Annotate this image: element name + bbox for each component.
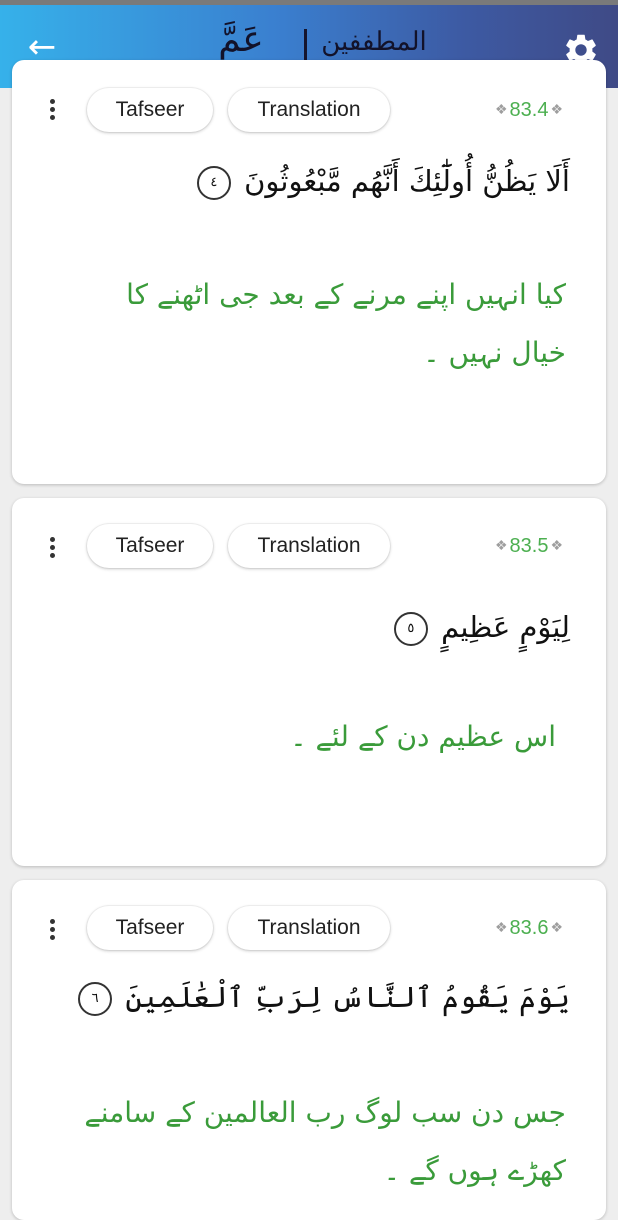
dot-icon <box>49 935 55 940</box>
translation-button[interactable]: Translation <box>228 524 390 568</box>
verse-number-text: 83.4 <box>509 99 549 121</box>
ayah-end-marker: ٦ <box>78 982 113 1016</box>
ornament-left-icon: ❖ <box>494 101 508 117</box>
dot-icon <box>49 545 55 550</box>
juz-name: عَمَّ <box>218 19 264 60</box>
more-options-button[interactable] <box>40 96 64 126</box>
ornament-left-icon: ❖ <box>494 919 508 935</box>
surah-name: المطففين <box>321 27 427 57</box>
tafseer-button[interactable]: Tafseer <box>87 524 213 568</box>
arabic-verse: لِيَوْمٍ عَظِيمٍ ٥ <box>42 610 570 646</box>
dot-icon <box>49 537 55 542</box>
verse-card: Tafseer Translation ❖ 83.4 ❖ أَلَا يَظُنُّ… <box>12 60 606 484</box>
ornament-right-icon: ❖ <box>550 101 564 117</box>
translation-button[interactable]: Translation <box>228 88 390 132</box>
verse-number[interactable]: ❖ 83.6 ❖ <box>486 917 572 940</box>
arabic-text: يَوْمَ يَقُومُ ٱلنَّاسُ لِرَبِّ ٱلْعَٰلَ… <box>125 980 570 1014</box>
arabic-verse: أَلَا يَظُنُّ أُولَٰٓئِكَ أَنَّهُم مَّبْ… <box>42 164 570 200</box>
ornament-left-icon: ❖ <box>494 537 508 553</box>
verse-number[interactable]: ❖ 83.4 ❖ <box>486 99 572 122</box>
more-options-button[interactable] <box>40 916 64 946</box>
ayah-end-marker: ٥ <box>393 612 428 646</box>
verse-number-text: 83.6 <box>509 917 549 939</box>
dot-icon <box>49 115 55 120</box>
urdu-translation: کیا انہیں اپنے مرنے کے بعد جی اٹھنے کا خ… <box>126 278 566 369</box>
urdu-translation: اس عظیم دن کے لئے ۔ <box>290 720 556 753</box>
tafseer-button[interactable]: Tafseer <box>87 906 213 950</box>
urdu-translation: جس دن سب لوگ رب العالمین کے سامنے کھڑے ہ… <box>84 1096 566 1187</box>
ornament-right-icon: ❖ <box>550 919 564 935</box>
dot-icon <box>49 919 55 924</box>
arabic-text: لِيَوْمٍ عَظِيمٍ <box>441 610 570 644</box>
dot-icon <box>49 107 55 112</box>
arabic-verse: يَوْمَ يَقُومُ ٱلنَّاسُ لِرَبِّ ٱلْعَٰلَ… <box>42 980 570 1016</box>
ornament-right-icon: ❖ <box>550 537 564 553</box>
verse-number[interactable]: ❖ 83.5 ❖ <box>486 535 572 558</box>
ayah-end-marker: ٤ <box>196 166 231 200</box>
verse-number-text: 83.5 <box>509 535 549 557</box>
arabic-text: أَلَا يَظُنُّ أُولَٰٓئِكَ أَنَّهُم مَّبْ… <box>244 164 570 198</box>
dot-icon <box>49 553 55 558</box>
dot-icon <box>49 99 55 104</box>
dot-icon <box>49 927 55 932</box>
translation-button[interactable]: Translation <box>228 906 390 950</box>
verse-card: Tafseer Translation ❖ 83.5 ❖ لِيَوْمٍ عَظِ… <box>12 498 606 866</box>
tafseer-button[interactable]: Tafseer <box>87 88 213 132</box>
more-options-button[interactable] <box>40 534 64 564</box>
verse-card: Tafseer Translation ❖ 83.6 ❖ يَوْمَ يَقُوم… <box>12 880 606 1220</box>
